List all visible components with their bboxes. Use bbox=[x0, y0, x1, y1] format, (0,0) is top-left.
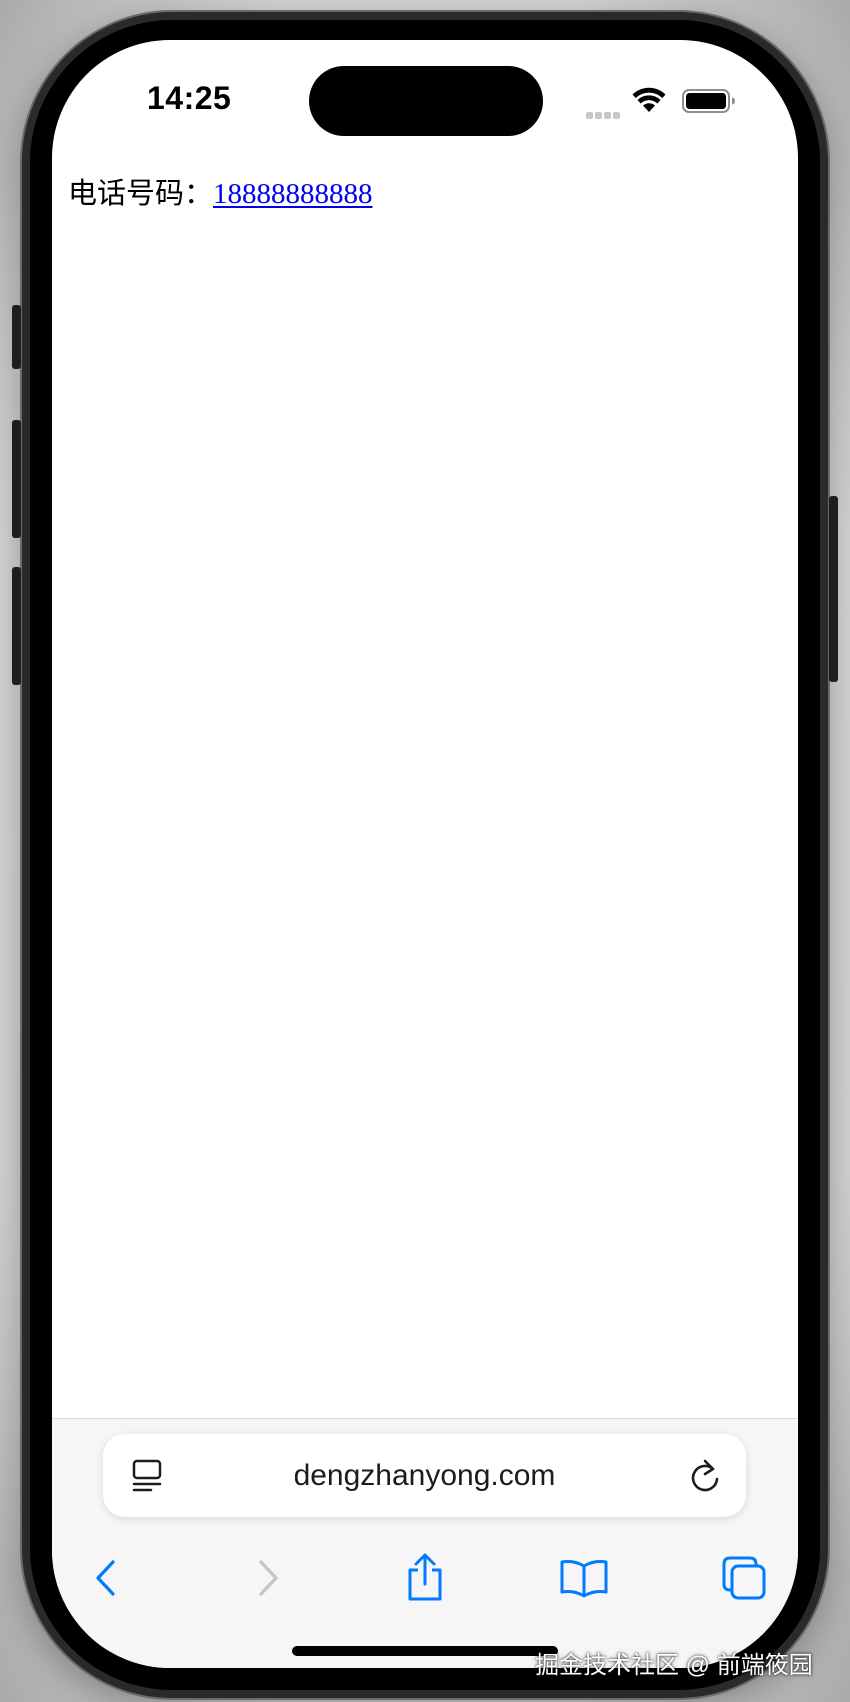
browser-toolbar: dengzhanyong.com bbox=[52, 1418, 798, 1668]
tabs-icon bbox=[722, 1556, 766, 1600]
bookmarks-icon bbox=[560, 1560, 608, 1598]
bookmarks-button[interactable] bbox=[558, 1552, 610, 1604]
volume-up-button bbox=[12, 420, 21, 538]
reload-icon[interactable] bbox=[688, 1458, 722, 1494]
status-bar: 14:25 bbox=[52, 40, 798, 150]
dynamic-island bbox=[309, 66, 543, 136]
volume-down-button bbox=[12, 567, 21, 685]
url-text[interactable]: dengzhanyong.com bbox=[103, 1459, 746, 1493]
phone-screen: 14:25 电话号码：18888888888 dengzhanyong.com bbox=[52, 40, 798, 1668]
home-indicator[interactable] bbox=[292, 1646, 558, 1656]
watermark: 掘金技术社区 @ 前端筱园 bbox=[535, 1652, 813, 1679]
back-icon bbox=[96, 1560, 115, 1596]
share-icon bbox=[408, 1553, 442, 1601]
forward-icon bbox=[259, 1560, 278, 1596]
page-content: 电话号码：18888888888 bbox=[68, 170, 373, 212]
action-button bbox=[12, 305, 21, 369]
battery-icon bbox=[682, 89, 735, 113]
phone-label: 电话号码： bbox=[68, 178, 214, 210]
phone-number-link[interactable]: 18888888888 bbox=[213, 178, 373, 210]
power-button bbox=[829, 496, 838, 682]
status-time: 14:25 bbox=[147, 80, 232, 116]
wifi-icon bbox=[632, 87, 666, 112]
back-button[interactable] bbox=[80, 1552, 132, 1604]
cellular-signal-icon bbox=[586, 106, 626, 119]
tabs-button[interactable] bbox=[718, 1552, 770, 1604]
forward-button[interactable] bbox=[242, 1552, 294, 1604]
address-bar[interactable]: dengzhanyong.com bbox=[103, 1434, 746, 1517]
share-button[interactable] bbox=[399, 1552, 451, 1604]
